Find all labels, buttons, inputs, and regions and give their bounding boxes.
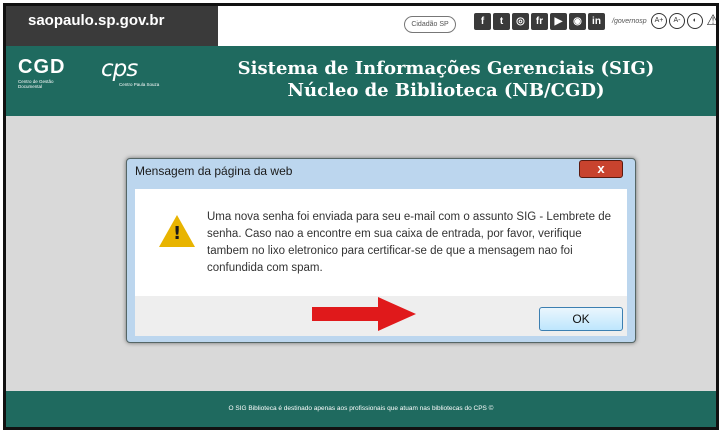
cps-logo[interactable]: cps Centro Paula Souza — [101, 56, 159, 87]
instagram-icon[interactable]: ◎ — [512, 13, 529, 30]
red-arrow-icon — [312, 297, 416, 331]
decrease-font-icon[interactable]: A- — [669, 13, 685, 29]
increase-font-icon[interactable]: A+ — [651, 13, 667, 29]
gov-top-bar: saopaulo.sp.gov.br Cidadão SP f t ◎ fr ▶ ◉ in … — [6, 6, 716, 46]
page-title-line2: Núcleo de Biblioteca (NB/CGD) — [287, 80, 605, 101]
cps-logo-text: cps — [101, 56, 138, 82]
contrast-icon[interactable]: ◐ — [687, 13, 703, 29]
red-arrow-shape — [312, 297, 416, 331]
youtube-icon[interactable]: ▶ — [550, 13, 567, 30]
warning-triangle-icon: ! — [159, 215, 195, 247]
main-content: Mensagem da página da web x ! Uma nova s… — [6, 116, 716, 391]
cgd-logo-text: CGD — [18, 56, 66, 78]
social-handle: /governosp — [612, 18, 647, 25]
ok-button[interactable]: OK — [539, 307, 623, 331]
browser-window: saopaulo.sp.gov.br Cidadão SP f t ◎ fr ▶ ◉ in … — [3, 3, 719, 430]
camera-icon[interactable]: ◉ — [569, 13, 586, 30]
site-header: CGD Centro de Gestão Documental cps Cent… — [6, 46, 716, 116]
footer-text: O SIG Biblioteca é destinado apenas aos … — [228, 405, 494, 412]
cgd-logo[interactable]: CGD Centro de Gestão Documental — [18, 56, 68, 89]
social-links: f t ◎ fr ▶ ◉ in — [474, 13, 605, 30]
linkedin-icon[interactable]: in — [588, 13, 605, 30]
site-footer: O SIG Biblioteca é destinado apenas aos … — [6, 391, 716, 427]
facebook-icon[interactable]: f — [474, 13, 491, 30]
dialog-message: Uma nova senha foi enviada para seu e-ma… — [207, 211, 611, 274]
dialog-body: ! Uma nova senha foi enviada para seu e-… — [135, 189, 627, 296]
dialog-close-button[interactable]: x — [579, 160, 623, 178]
twitter-icon[interactable]: t — [493, 13, 510, 30]
gov-site-link[interactable]: saopaulo.sp.gov.br — [6, 6, 218, 46]
cidadao-sp-button[interactable]: Cidadão SP — [404, 16, 456, 33]
cps-logo-subtitle: Centro Paula Souza — [119, 82, 160, 87]
cgd-logo-subtitle: Centro de Gestão Documental — [18, 79, 54, 89]
page-title-line1: Sistema de Informações Gerenciais (SIG) — [237, 58, 655, 79]
accessibility-tools: A+ A- ◐ ⚠ — [651, 13, 716, 29]
page-title: Sistema de Informações Gerenciais (SIG) … — [206, 58, 686, 102]
dialog-title: Mensagem da página da web — [135, 164, 293, 178]
flickr-icon[interactable]: fr — [531, 13, 548, 30]
warning-icon[interactable]: ⚠ — [705, 13, 716, 29]
dialog-titlebar[interactable]: Mensagem da página da web x — [127, 159, 635, 185]
warning-exclamation: ! — [173, 223, 182, 244]
